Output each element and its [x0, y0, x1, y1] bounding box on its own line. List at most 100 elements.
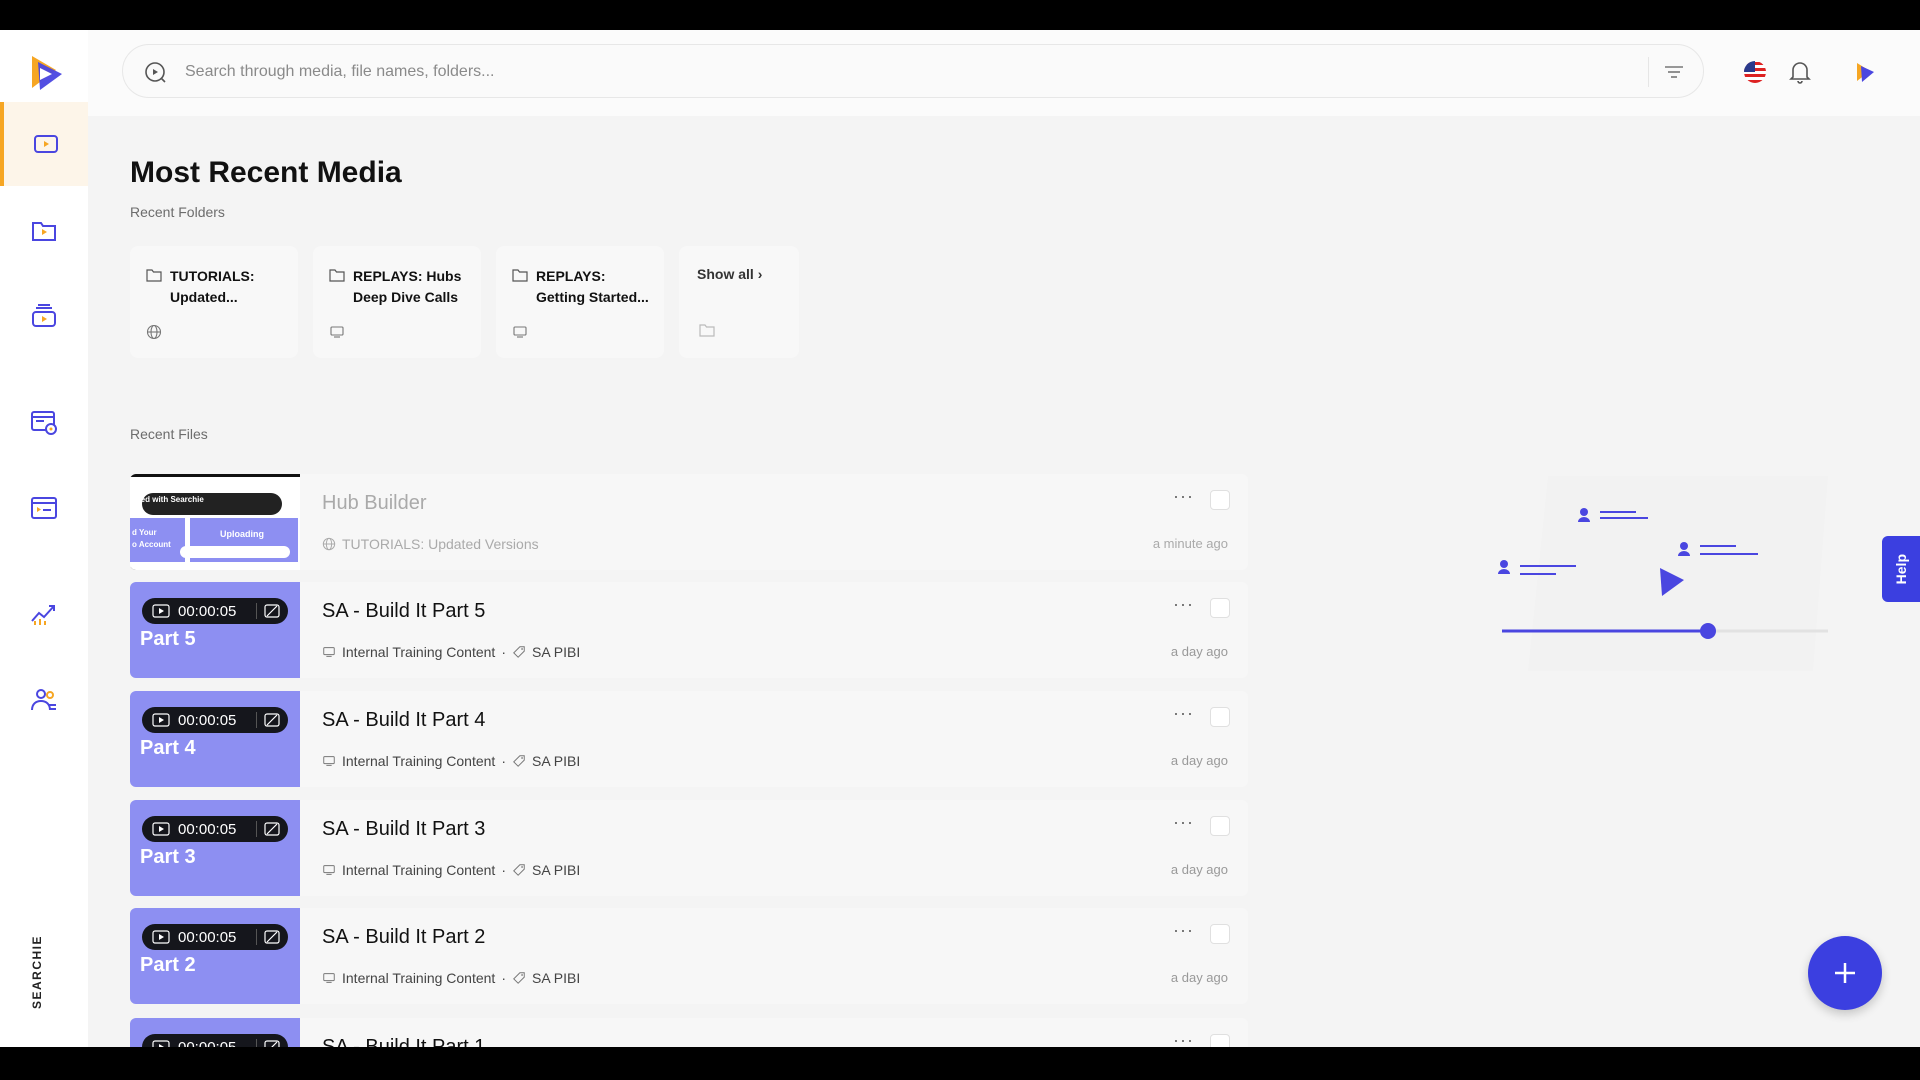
add-media-button[interactable] [1808, 936, 1882, 1010]
profile-logo-icon[interactable] [1853, 60, 1877, 84]
file-folder[interactable]: Internal Training Content [342, 862, 495, 878]
more-options-icon[interactable]: ··· [1173, 812, 1194, 833]
select-checkbox[interactable] [1210, 490, 1230, 510]
file-title[interactable]: SA - Build It Part 5 [322, 600, 485, 623]
video-icon [152, 713, 170, 727]
search-icon[interactable] [143, 60, 167, 84]
help-button[interactable]: Help [1882, 536, 1920, 602]
file-title[interactable]: SA - Build It Part 3 [322, 818, 485, 841]
file-title[interactable]: SA - Build It Part 4 [322, 709, 485, 732]
thumbnail-part-label: Part 4 [140, 737, 196, 759]
video-duration: 00:00:05 [178, 603, 237, 620]
main-content: Most Recent Media Recent Folders TUTORIA… [88, 116, 1920, 1047]
search-bar [122, 44, 1704, 98]
video-icon [152, 604, 170, 618]
folder-card[interactable]: REPLAYS: Getting Started... [496, 246, 664, 358]
sidebar-item-hubs[interactable] [0, 380, 88, 464]
meta-separator: · [501, 862, 506, 878]
more-options-icon[interactable]: ··· [1173, 594, 1194, 615]
widget-icon [31, 497, 57, 519]
file-thumbnail[interactable]: Part 5 00:00:05 [130, 582, 300, 678]
globe-icon [146, 324, 162, 340]
file-thumbnail[interactable]: Part 4 00:00:05 [130, 691, 300, 787]
file-title[interactable]: Hub Builder [322, 492, 427, 515]
thumb-text: o Account [132, 540, 171, 549]
thumb-text: orted with Searchie [130, 495, 204, 504]
show-all-link[interactable]: Show all › [697, 266, 762, 282]
transcript-icon [264, 930, 280, 944]
file-folder[interactable]: Internal Training Content [342, 644, 495, 660]
sidebar-item-widgets[interactable] [0, 466, 88, 550]
hub-builder-thumbnail-image: orted with Searchie Uploading d Your o A… [130, 480, 300, 570]
file-time: a day ago [1170, 753, 1228, 768]
folder-icon [512, 269, 528, 282]
select-checkbox[interactable] [1210, 598, 1230, 618]
monitor-icon [323, 756, 335, 766]
meta-separator: · [501, 753, 506, 769]
select-checkbox[interactable] [1210, 707, 1230, 727]
file-thumbnail[interactable]: 00:00:05 [130, 1018, 300, 1047]
analytics-icon [31, 605, 55, 625]
sidebar-item-analytics[interactable] [0, 572, 88, 656]
sidebar-item-playlists[interactable] [0, 274, 88, 358]
file-thumbnail: orted with Searchie Uploading d Your o A… [130, 474, 300, 570]
file-time: a day ago [1170, 970, 1228, 985]
sidebar-item-folders[interactable] [0, 188, 88, 272]
file-meta: Internal Training Content · SA PIBI [322, 970, 580, 986]
file-tag[interactable]: SA PIBI [532, 644, 580, 660]
folder-name: TUTORIALS: Updated... [170, 268, 255, 305]
sidebar-item-media[interactable] [0, 102, 88, 186]
monitor-icon [330, 326, 344, 338]
select-checkbox[interactable] [1210, 1034, 1230, 1047]
chevron-right-icon: › [757, 266, 763, 282]
folder-icon [146, 269, 162, 282]
meta-separator: · [501, 970, 506, 986]
sidebar-item-users[interactable] [0, 658, 88, 742]
file-folder[interactable]: Internal Training Content [342, 753, 495, 769]
folder-media-icon [32, 222, 56, 241]
brand-wordmark: SEARCHIE [30, 935, 44, 1010]
video-duration: 00:00:05 [178, 1039, 236, 1047]
file-row[interactable]: Part 2 00:00:05 SA - Build It Part 2 Int… [130, 908, 1248, 1004]
more-options-icon[interactable]: ··· [1173, 1030, 1194, 1047]
folder-card[interactable]: TUTORIALS: Updated... [130, 246, 298, 358]
more-options-icon[interactable]: ··· [1173, 486, 1194, 507]
search-divider [1648, 57, 1649, 87]
video-duration: 00:00:05 [178, 929, 237, 946]
file-folder[interactable]: Internal Training Content [342, 970, 495, 986]
searchie-logo-icon[interactable] [24, 50, 68, 94]
search-input[interactable] [183, 58, 1587, 86]
filter-icon[interactable] [1661, 59, 1687, 85]
file-tag[interactable]: SA PIBI [532, 862, 580, 878]
file-row[interactable]: 00:00:05 SA - Build It Part 1 ··· [130, 1018, 1248, 1047]
more-options-icon[interactable]: ··· [1173, 703, 1194, 724]
file-folder[interactable]: TUTORIALS: Updated Versions [342, 536, 539, 552]
more-options-icon[interactable]: ··· [1173, 920, 1194, 941]
file-row[interactable]: Part 5 00:00:05 SA - Build It Part 5 Int… [130, 582, 1248, 678]
thumb-text: d Your [132, 528, 157, 537]
show-all-label: Show all [697, 266, 754, 282]
file-row[interactable]: Part 3 00:00:05 SA - Build It Part 3 Int… [130, 800, 1248, 896]
file-row[interactable]: Part 4 00:00:05 SA - Build It Part 4 Int… [130, 691, 1248, 787]
file-tag[interactable]: SA PIBI [532, 970, 580, 986]
media-illustration [1498, 476, 1828, 671]
file-title[interactable]: SA - Build It Part 2 [322, 926, 485, 949]
file-row[interactable]: orted with Searchie Uploading d Your o A… [130, 474, 1248, 570]
us-flag-icon[interactable] [1743, 60, 1767, 84]
thumbnail-part-label: Part 2 [140, 954, 196, 976]
file-thumbnail[interactable]: Part 3 00:00:05 [130, 800, 300, 896]
select-checkbox[interactable] [1210, 924, 1230, 944]
topbar [88, 30, 1920, 116]
select-checkbox[interactable] [1210, 816, 1230, 836]
file-time: a day ago [1170, 644, 1228, 659]
file-tag[interactable]: SA PIBI [532, 753, 580, 769]
monitor-icon [513, 326, 527, 338]
show-all-folders-card[interactable]: Show all › [679, 246, 799, 358]
file-thumbnail[interactable]: Part 2 00:00:05 [130, 908, 300, 1004]
notifications-bell-icon[interactable] [1788, 59, 1812, 85]
folder-card[interactable]: REPLAYS: Hubs Deep Dive Calls [313, 246, 481, 358]
duration-pill: 00:00:05 [142, 598, 288, 624]
file-meta: Internal Training Content · SA PIBI [322, 644, 580, 660]
transcript-icon [264, 822, 280, 836]
file-title[interactable]: SA - Build It Part 1 [322, 1036, 485, 1047]
